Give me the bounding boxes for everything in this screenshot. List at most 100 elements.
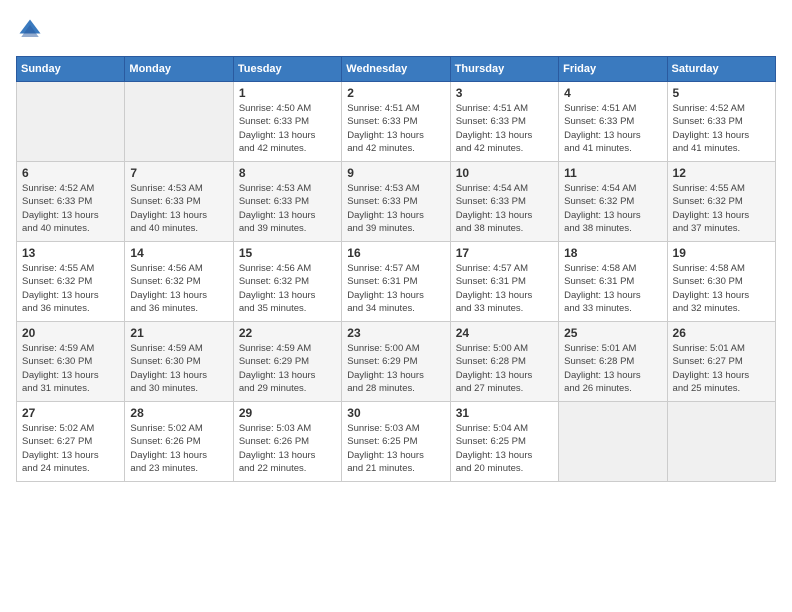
day-detail: Sunrise: 4:56 AM Sunset: 6:32 PM Dayligh…	[239, 262, 336, 315]
day-number: 25	[564, 326, 661, 340]
header-cell-friday: Friday	[559, 57, 667, 82]
day-detail: Sunrise: 4:54 AM Sunset: 6:32 PM Dayligh…	[564, 182, 661, 235]
header-row: SundayMondayTuesdayWednesdayThursdayFrid…	[17, 57, 776, 82]
page-header	[16, 16, 776, 44]
header-cell-tuesday: Tuesday	[233, 57, 341, 82]
day-number: 10	[456, 166, 553, 180]
day-cell: 13Sunrise: 4:55 AM Sunset: 6:32 PM Dayli…	[17, 242, 125, 322]
day-number: 21	[130, 326, 227, 340]
day-number: 15	[239, 246, 336, 260]
day-number: 19	[673, 246, 770, 260]
day-cell: 18 Sunrise: 4:58 AM Sunset: 6:31 PM Dayli…	[559, 242, 667, 322]
day-number: 5	[673, 86, 770, 100]
day-cell	[559, 402, 667, 482]
day-cell: 15 Sunrise: 4:56 AM Sunset: 6:32 PM Dayli…	[233, 242, 341, 322]
day-cell	[17, 82, 125, 162]
day-number: 30	[347, 406, 444, 420]
day-detail: Sunrise: 4:54 AM Sunset: 6:33 PM Dayligh…	[456, 182, 553, 235]
day-detail: Sunrise: 4:50 AM Sunset: 6:33 PM Dayligh…	[239, 102, 336, 155]
day-number: 16	[347, 246, 444, 260]
day-detail: Sunrise: 4:59 AM Sunset: 6:30 PM Dayligh…	[130, 342, 227, 395]
day-number: 28	[130, 406, 227, 420]
day-cell: 4Sunrise: 4:51 AM Sunset: 6:33 PM Daylig…	[559, 82, 667, 162]
day-cell: 23Sunrise: 5:00 AM Sunset: 6:29 PM Dayli…	[342, 322, 450, 402]
day-number: 18	[564, 246, 661, 260]
day-detail: Sunrise: 4:58 AM Sunset: 6:30 PM Dayligh…	[673, 262, 770, 315]
day-number: 12	[673, 166, 770, 180]
day-cell: 28 Sunrise: 5:02 AM Sunset: 6:26 PM Dayli…	[125, 402, 233, 482]
logo	[16, 16, 48, 44]
day-detail: Sunrise: 5:01 AM Sunset: 6:28 PM Dayligh…	[564, 342, 661, 395]
day-number: 31	[456, 406, 553, 420]
day-cell: 25 Sunrise: 5:01 AM Sunset: 6:28 PM Dayli…	[559, 322, 667, 402]
calendar-body: 1 Sunrise: 4:50 AM Sunset: 6:33 PM Daylig…	[17, 82, 776, 482]
day-number: 27	[22, 406, 119, 420]
header-cell-sunday: Sunday	[17, 57, 125, 82]
day-cell: 26 Sunrise: 5:01 AM Sunset: 6:27 PM Dayli…	[667, 322, 775, 402]
day-number: 8	[239, 166, 336, 180]
day-cell: 6 Sunrise: 4:52 AM Sunset: 6:33 PM Daylig…	[17, 162, 125, 242]
day-number: 1	[239, 86, 336, 100]
day-cell: 9 Sunrise: 4:53 AM Sunset: 6:33 PM Daylig…	[342, 162, 450, 242]
day-cell: 8 Sunrise: 4:53 AM Sunset: 6:33 PM Daylig…	[233, 162, 341, 242]
day-cell: 17 Sunrise: 4:57 AM Sunset: 6:31 PM Dayli…	[450, 242, 558, 322]
day-cell: 12 Sunrise: 4:55 AM Sunset: 6:32 PM Dayli…	[667, 162, 775, 242]
day-cell: 14 Sunrise: 4:56 AM Sunset: 6:32 PM Dayli…	[125, 242, 233, 322]
day-detail: Sunrise: 5:04 AM Sunset: 6:25 PM Dayligh…	[456, 422, 553, 475]
day-detail: Sunrise: 4:55 AM Sunset: 6:32 PM Dayligh…	[22, 262, 119, 315]
day-detail: Sunrise: 4:51 AM Sunset: 6:33 PM Dayligh…	[456, 102, 553, 155]
day-cell: 24 Sunrise: 5:00 AM Sunset: 6:28 PM Dayli…	[450, 322, 558, 402]
day-cell: 11 Sunrise: 4:54 AM Sunset: 6:32 PM Dayli…	[559, 162, 667, 242]
day-number: 26	[673, 326, 770, 340]
day-number: 24	[456, 326, 553, 340]
day-cell: 19 Sunrise: 4:58 AM Sunset: 6:30 PM Dayli…	[667, 242, 775, 322]
day-detail: Sunrise: 5:02 AM Sunset: 6:27 PM Dayligh…	[22, 422, 119, 475]
day-detail: Sunrise: 4:58 AM Sunset: 6:31 PM Dayligh…	[564, 262, 661, 315]
day-cell: 16Sunrise: 4:57 AM Sunset: 6:31 PM Dayli…	[342, 242, 450, 322]
day-number: 14	[130, 246, 227, 260]
logo-icon	[16, 16, 44, 44]
day-detail: Sunrise: 4:52 AM Sunset: 6:33 PM Dayligh…	[673, 102, 770, 155]
day-cell: 3Sunrise: 4:51 AM Sunset: 6:33 PM Daylig…	[450, 82, 558, 162]
day-cell: 30 Sunrise: 5:03 AM Sunset: 6:25 PM Dayli…	[342, 402, 450, 482]
day-detail: Sunrise: 4:56 AM Sunset: 6:32 PM Dayligh…	[130, 262, 227, 315]
day-detail: Sunrise: 4:52 AM Sunset: 6:33 PM Dayligh…	[22, 182, 119, 235]
day-number: 6	[22, 166, 119, 180]
day-detail: Sunrise: 5:01 AM Sunset: 6:27 PM Dayligh…	[673, 342, 770, 395]
day-detail: Sunrise: 5:00 AM Sunset: 6:28 PM Dayligh…	[456, 342, 553, 395]
day-cell: 31 Sunrise: 5:04 AM Sunset: 6:25 PM Dayli…	[450, 402, 558, 482]
day-detail: Sunrise: 5:02 AM Sunset: 6:26 PM Dayligh…	[130, 422, 227, 475]
day-cell	[125, 82, 233, 162]
day-detail: Sunrise: 4:53 AM Sunset: 6:33 PM Dayligh…	[239, 182, 336, 235]
week-row-3: 13Sunrise: 4:55 AM Sunset: 6:32 PM Dayli…	[17, 242, 776, 322]
day-cell: 22 Sunrise: 4:59 AM Sunset: 6:29 PM Dayli…	[233, 322, 341, 402]
day-detail: Sunrise: 4:59 AM Sunset: 6:29 PM Dayligh…	[239, 342, 336, 395]
day-number: 11	[564, 166, 661, 180]
day-cell: 2Sunrise: 4:51 AM Sunset: 6:33 PM Daylig…	[342, 82, 450, 162]
day-detail: Sunrise: 5:03 AM Sunset: 6:26 PM Dayligh…	[239, 422, 336, 475]
day-detail: Sunrise: 4:53 AM Sunset: 6:33 PM Dayligh…	[347, 182, 444, 235]
day-cell	[667, 402, 775, 482]
day-detail: Sunrise: 5:03 AM Sunset: 6:25 PM Dayligh…	[347, 422, 444, 475]
week-row-1: 1 Sunrise: 4:50 AM Sunset: 6:33 PM Daylig…	[17, 82, 776, 162]
week-row-2: 6 Sunrise: 4:52 AM Sunset: 6:33 PM Daylig…	[17, 162, 776, 242]
day-number: 9	[347, 166, 444, 180]
day-detail: Sunrise: 5:00 AM Sunset: 6:29 PM Dayligh…	[347, 342, 444, 395]
day-cell: 21 Sunrise: 4:59 AM Sunset: 6:30 PM Dayli…	[125, 322, 233, 402]
day-number: 17	[456, 246, 553, 260]
day-detail: Sunrise: 4:53 AM Sunset: 6:33 PM Dayligh…	[130, 182, 227, 235]
day-cell: 20Sunrise: 4:59 AM Sunset: 6:30 PM Dayli…	[17, 322, 125, 402]
day-cell: 27 Sunrise: 5:02 AM Sunset: 6:27 PM Dayli…	[17, 402, 125, 482]
day-detail: Sunrise: 4:55 AM Sunset: 6:32 PM Dayligh…	[673, 182, 770, 235]
day-cell: 5 Sunrise: 4:52 AM Sunset: 6:33 PM Daylig…	[667, 82, 775, 162]
day-number: 4	[564, 86, 661, 100]
day-detail: Sunrise: 4:59 AM Sunset: 6:30 PM Dayligh…	[22, 342, 119, 395]
day-number: 7	[130, 166, 227, 180]
day-detail: Sunrise: 4:57 AM Sunset: 6:31 PM Dayligh…	[456, 262, 553, 315]
day-number: 22	[239, 326, 336, 340]
day-cell: 10 Sunrise: 4:54 AM Sunset: 6:33 PM Dayli…	[450, 162, 558, 242]
day-cell: 29Sunrise: 5:03 AM Sunset: 6:26 PM Dayli…	[233, 402, 341, 482]
header-cell-wednesday: Wednesday	[342, 57, 450, 82]
day-cell: 1 Sunrise: 4:50 AM Sunset: 6:33 PM Daylig…	[233, 82, 341, 162]
header-cell-monday: Monday	[125, 57, 233, 82]
